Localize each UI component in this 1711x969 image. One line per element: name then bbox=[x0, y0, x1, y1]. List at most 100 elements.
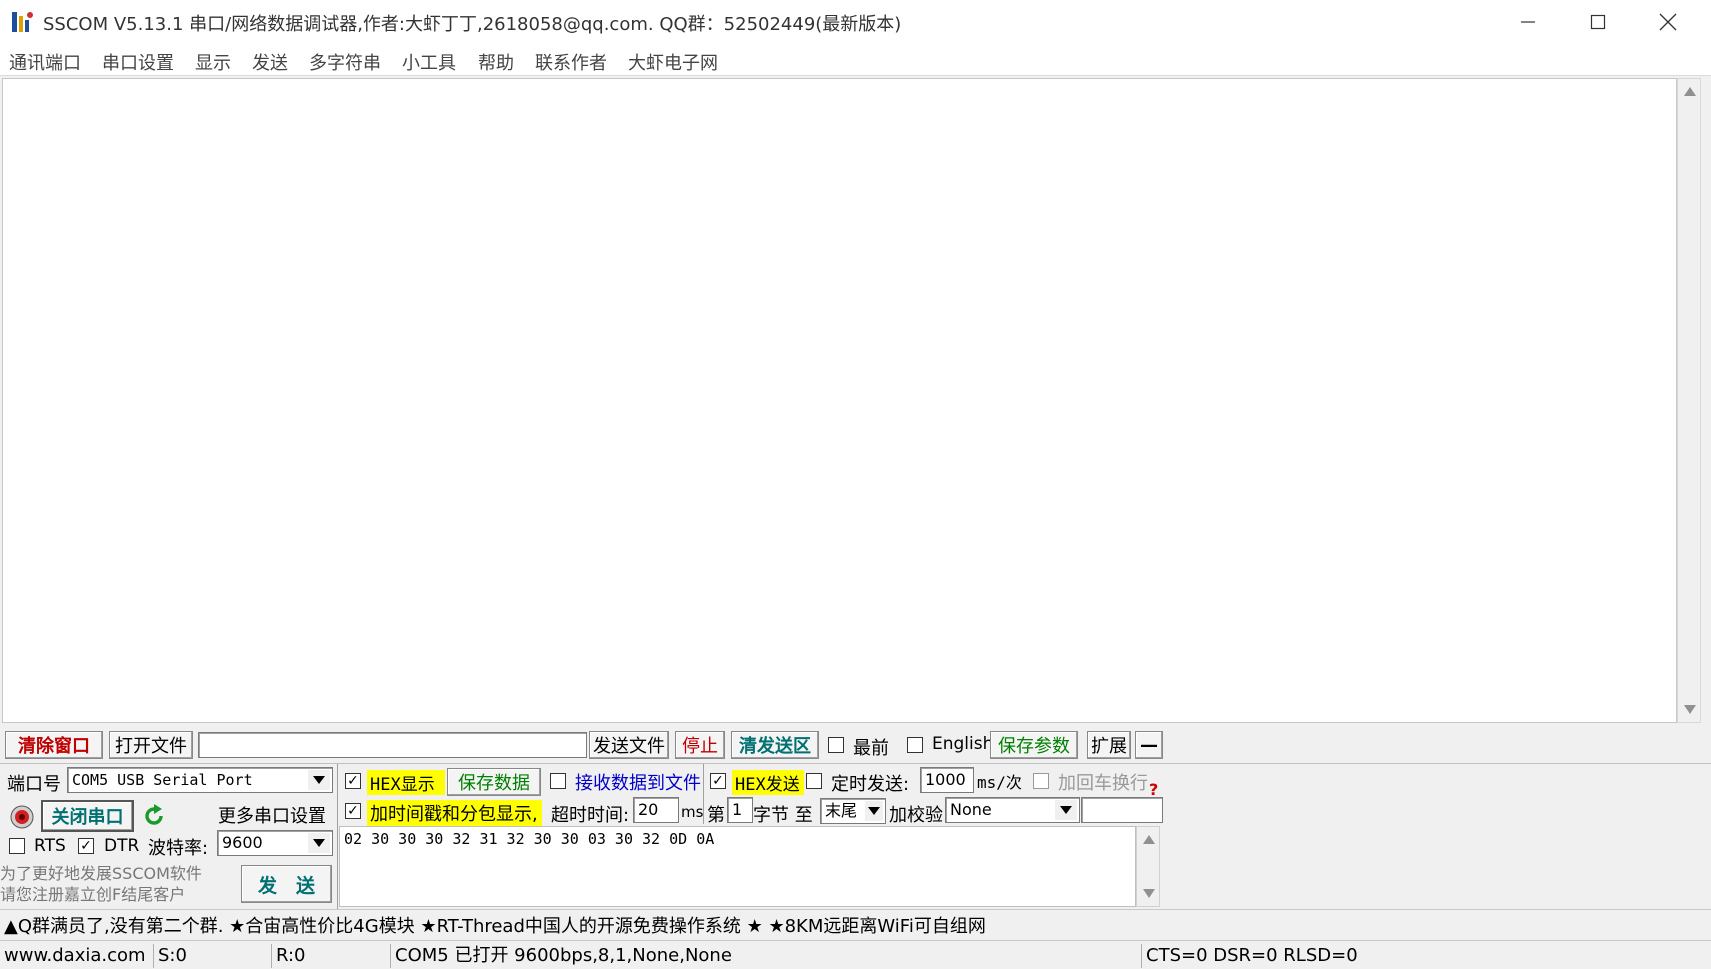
save-data-button[interactable]: 保存数据 bbox=[447, 768, 541, 796]
stop-button[interactable]: 停止 bbox=[675, 731, 725, 759]
send-button[interactable]: 发 送 bbox=[241, 865, 332, 903]
close-icon bbox=[1659, 13, 1677, 31]
menu-item-contact-author[interactable]: 联系作者 bbox=[535, 49, 607, 75]
rts-label: RTS bbox=[34, 836, 66, 856]
port-label: 端口号 bbox=[7, 774, 61, 795]
scroll-up-icon[interactable] bbox=[1143, 835, 1155, 844]
chevron-down-icon[interactable] bbox=[308, 833, 330, 853]
promo-text: 为了更好地发展SSCOM软件 请您注册嘉立创F结尾客户 bbox=[0, 863, 238, 907]
dtr-label: DTR bbox=[104, 836, 140, 856]
close-port-button[interactable]: 关闭串口 bbox=[41, 800, 134, 832]
save-params-button[interactable]: 保存参数 bbox=[990, 731, 1078, 759]
more-serial-settings-link[interactable]: 更多串口设置 bbox=[218, 802, 326, 828]
received-count: R:0 bbox=[271, 944, 389, 968]
refresh-icon[interactable] bbox=[141, 803, 167, 829]
menu-item-comm-port[interactable]: 通讯端口 bbox=[9, 49, 81, 75]
menu-item-tools[interactable]: 小工具 bbox=[402, 49, 456, 75]
dtr-checkbox[interactable]: ✓ bbox=[78, 838, 94, 854]
collapse-button[interactable]: — bbox=[1135, 731, 1163, 759]
byte-unit-label: 字节 至 bbox=[753, 805, 813, 826]
menu-item-serial-settings[interactable]: 串口设置 bbox=[102, 49, 174, 75]
timed-send-checkbox[interactable] bbox=[806, 773, 822, 789]
port-select-value: COM5 USB Serial Port bbox=[72, 771, 253, 789]
minimize-button[interactable] bbox=[1493, 0, 1563, 44]
minimize-icon bbox=[1521, 21, 1535, 23]
maximize-button[interactable] bbox=[1563, 0, 1633, 44]
recv-to-file-label: 接收数据到文件 bbox=[575, 773, 701, 794]
receive-text-area[interactable] bbox=[2, 78, 1677, 723]
send-file-button[interactable]: 发送文件 bbox=[589, 731, 669, 759]
timeout-label: 超时时间: bbox=[551, 805, 630, 826]
clear-window-button[interactable]: 清除窗口 bbox=[5, 731, 103, 759]
timestamp-checkbox[interactable]: ✓ bbox=[345, 803, 361, 819]
port-select[interactable]: COM5 USB Serial Port bbox=[67, 767, 333, 793]
timed-send-label: 定时发送: bbox=[831, 774, 910, 795]
scroll-up-icon[interactable] bbox=[1684, 87, 1696, 96]
crlf-label: 加回车换行 bbox=[1058, 773, 1148, 794]
send-text-area[interactable]: 02 30 30 30 32 31 32 30 30 03 30 32 0D 0… bbox=[339, 826, 1136, 907]
byte-from-label: 第 bbox=[707, 805, 725, 826]
timeout-input[interactable]: 20 bbox=[633, 797, 679, 823]
open-file-button[interactable]: 打开文件 bbox=[109, 731, 193, 759]
window-title: SSCOM V5.13.1 串口/网络数据调试器,作者:大虾丁丁,2618058… bbox=[43, 14, 902, 35]
divider bbox=[337, 764, 338, 909]
baud-rate-select[interactable]: 9600 bbox=[217, 830, 333, 856]
title-bar: SSCOM V5.13.1 串口/网络数据调试器,作者:大虾丁丁,2618058… bbox=[0, 0, 1711, 44]
divider bbox=[0, 763, 1711, 764]
byte-to-value: 末尾 bbox=[825, 801, 858, 820]
website-link[interactable]: www.daxia.com bbox=[0, 944, 152, 968]
checksum-label: 加校验 bbox=[889, 805, 943, 826]
scroll-down-icon[interactable] bbox=[1684, 705, 1696, 714]
menu-bar: 通讯端口 串口设置 显示 发送 多字符串 小工具 帮助 联系作者 大虾电子网 bbox=[0, 44, 1711, 76]
chevron-down-icon[interactable] bbox=[308, 770, 330, 790]
sent-count: S:0 bbox=[153, 944, 271, 968]
topmost-checkbox[interactable] bbox=[828, 737, 844, 753]
send-interval-input[interactable]: 1000 bbox=[920, 767, 974, 793]
checksum-result-field bbox=[1081, 797, 1163, 823]
port-status-text: COM5 已打开 9600bps,8,1,None,None bbox=[390, 944, 1140, 968]
crlf-checkbox[interactable] bbox=[1033, 773, 1049, 789]
rts-checkbox[interactable] bbox=[9, 838, 25, 854]
port-status-icon bbox=[10, 805, 34, 829]
sscom-app-icon bbox=[10, 10, 34, 34]
ticker-text[interactable]: ▲Q群满员了,没有第二个群. ★合宙高性价比4G模块 ★RT-Thread中国人… bbox=[4, 912, 986, 938]
english-label: English bbox=[932, 734, 994, 754]
baud-label: 波特率: bbox=[148, 838, 209, 859]
topmost-label: 最前 bbox=[853, 738, 889, 759]
interval-unit-label: ms/次 bbox=[977, 773, 1022, 792]
file-path-input[interactable] bbox=[198, 732, 587, 758]
promo-line-1: 为了更好地发展SSCOM软件 bbox=[0, 864, 202, 883]
send-scrollbar[interactable] bbox=[1136, 826, 1160, 907]
chevron-down-icon[interactable] bbox=[865, 801, 883, 821]
english-checkbox[interactable] bbox=[907, 737, 923, 753]
chevron-down-icon[interactable] bbox=[1055, 800, 1077, 820]
menu-item-help[interactable]: 帮助 bbox=[478, 49, 514, 75]
recv-to-file-checkbox[interactable] bbox=[550, 773, 566, 789]
close-button[interactable] bbox=[1633, 0, 1703, 44]
receive-scrollbar[interactable] bbox=[1677, 78, 1701, 723]
byte-from-input[interactable]: 1 bbox=[727, 797, 753, 823]
news-ticker: ▲Q群满员了,没有第二个群. ★合宙高性价比4G模块 ★RT-Thread中国人… bbox=[0, 909, 1711, 937]
scroll-down-icon[interactable] bbox=[1143, 889, 1155, 898]
maximize-icon bbox=[1590, 14, 1606, 30]
checksum-select[interactable]: None bbox=[945, 797, 1080, 823]
menu-item-daxia-site[interactable]: 大虾电子网 bbox=[628, 49, 718, 75]
promo-line-2: 请您注册嘉立创F结尾客户 bbox=[0, 885, 186, 904]
timeout-unit-label: ms bbox=[681, 803, 704, 821]
menu-item-send[interactable]: 发送 bbox=[252, 49, 288, 75]
menu-item-multi-string[interactable]: 多字符串 bbox=[309, 49, 381, 75]
clear-send-area-button[interactable]: 清发送区 bbox=[731, 731, 819, 759]
byte-to-select[interactable]: 末尾 bbox=[820, 798, 886, 824]
line-status-text: CTS=0 DSR=0 RLSD=0 bbox=[1141, 944, 1701, 968]
hex-send-checkbox[interactable]: ✓ bbox=[710, 773, 726, 789]
sscom-window: SSCOM V5.13.1 串口/网络数据调试器,作者:大虾丁丁,2618058… bbox=[0, 0, 1711, 969]
hex-display-checkbox[interactable]: ✓ bbox=[345, 773, 361, 789]
hex-display-label: HEX显示 bbox=[367, 770, 445, 795]
hex-send-label: HEX发送 bbox=[732, 770, 804, 795]
status-bar: www.daxia.com S:0 R:0 COM5 已打开 9600bps,8… bbox=[0, 940, 1711, 969]
expand-button[interactable]: 扩展 bbox=[1087, 731, 1131, 759]
menu-item-display[interactable]: 显示 bbox=[195, 49, 231, 75]
baud-rate-value: 9600 bbox=[222, 833, 263, 852]
checksum-value: None bbox=[950, 800, 992, 819]
timestamp-label: 加时间戳和分包显示, bbox=[367, 800, 542, 826]
